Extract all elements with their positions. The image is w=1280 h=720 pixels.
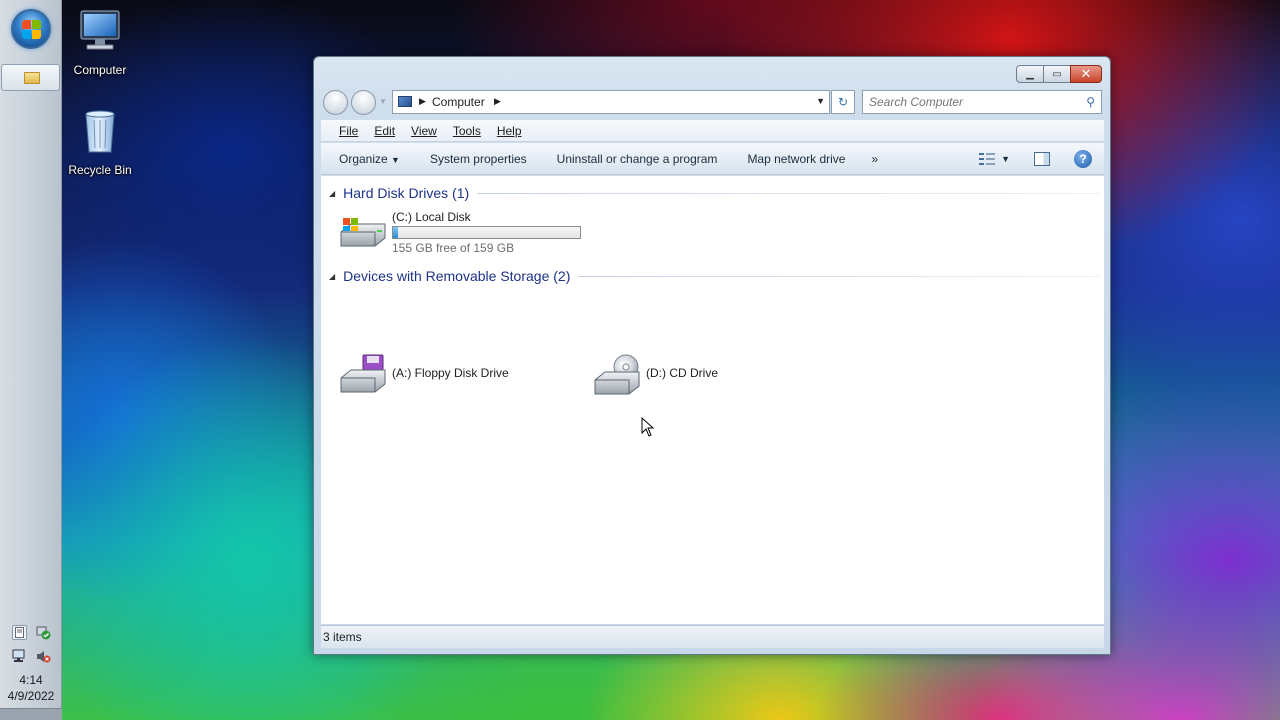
more-commands-button[interactable]: » bbox=[871, 152, 878, 166]
file-list: ◢ Hard Disk Drives (1) (C:) Local Disk 1… bbox=[321, 176, 1104, 624]
recycle-bin-icon bbox=[85, 110, 115, 153]
system-properties-button[interactable]: System properties bbox=[430, 152, 527, 166]
chevron-down-icon: ▼ bbox=[391, 154, 400, 165]
computer-icon bbox=[80, 10, 120, 50]
volume-muted-icon[interactable] bbox=[36, 649, 51, 664]
taskbar: 4:14 4/9/2022 bbox=[0, 0, 62, 720]
minimize-button[interactable]: ▁ bbox=[1016, 65, 1044, 83]
command-bar-right: ▼ ? bbox=[979, 150, 1092, 168]
group-header-hard-disks[interactable]: ◢ Hard Disk Drives (1) bbox=[329, 185, 1099, 201]
taskbar-explorer-button[interactable] bbox=[1, 64, 60, 91]
drive-name: (D:) CD Drive bbox=[646, 366, 718, 380]
search-icon[interactable]: ⚲ bbox=[1086, 95, 1095, 109]
views-icon bbox=[979, 152, 996, 166]
start-button[interactable] bbox=[11, 9, 51, 49]
security-check-icon[interactable] bbox=[36, 625, 51, 640]
preview-pane-icon[interactable] bbox=[1034, 152, 1050, 166]
command-bar: Organize ▼ System properties Uninstall o… bbox=[321, 143, 1104, 175]
menu-help[interactable]: Help bbox=[497, 124, 522, 138]
drive-a[interactable]: (A:) Floppy Disk Drive bbox=[339, 354, 569, 398]
floppy-drive-icon bbox=[340, 354, 386, 393]
drive-free-space: 155 GB free of 159 GB bbox=[392, 241, 515, 255]
search-input[interactable] bbox=[869, 92, 1079, 112]
menu-bar: File Edit View Tools Help bbox=[321, 120, 1104, 142]
computer-icon bbox=[398, 96, 412, 107]
menu-edit[interactable]: Edit bbox=[374, 124, 395, 138]
forward-button[interactable] bbox=[351, 90, 376, 115]
cd-drive-icon bbox=[594, 354, 640, 395]
desktop-icon-computer[interactable]: Computer bbox=[60, 8, 140, 77]
drive-name: (C:) Local Disk bbox=[392, 210, 471, 224]
refresh-button[interactable]: ↻ bbox=[831, 90, 855, 114]
mouse-cursor-icon bbox=[641, 417, 655, 437]
uninstall-program-button[interactable]: Uninstall or change a program bbox=[557, 152, 718, 166]
close-button[interactable]: ✕ bbox=[1070, 65, 1102, 83]
group-header-removable[interactable]: ◢ Devices with Removable Storage (2) bbox=[329, 268, 1099, 284]
recent-pages-dropdown[interactable]: ▼ bbox=[379, 97, 387, 106]
capacity-bar bbox=[392, 226, 581, 239]
map-network-drive-button[interactable]: Map network drive bbox=[747, 152, 845, 166]
desktop-icon-label: Recycle Bin bbox=[68, 163, 132, 177]
drive-c[interactable]: (C:) Local Disk 155 GB free of 159 GB bbox=[339, 210, 599, 256]
window-controls: ▁ ▭ ✕ bbox=[1016, 65, 1102, 83]
clock-time: 4:14 bbox=[19, 673, 43, 687]
collapse-icon[interactable]: ◢ bbox=[329, 189, 335, 198]
folder-icon bbox=[24, 72, 40, 84]
explorer-window: ▁ ▭ ✕ ▼ ▶ Computer ▶ ▼ ↻ ⚲ File Edit Vie… bbox=[313, 56, 1111, 655]
clock[interactable]: 4:14 4/9/2022 bbox=[0, 672, 62, 704]
chevron-right-icon[interactable]: ▶ bbox=[419, 96, 426, 107]
menu-view[interactable]: View bbox=[411, 124, 437, 138]
show-desktop-button[interactable] bbox=[0, 708, 62, 720]
chevron-down-icon: ▼ bbox=[1001, 154, 1010, 164]
back-button[interactable] bbox=[323, 90, 348, 115]
address-bar[interactable]: ▶ Computer ▶ ▼ bbox=[392, 90, 830, 114]
search-box[interactable]: ⚲ bbox=[862, 90, 1102, 114]
clock-date: 4/9/2022 bbox=[7, 689, 55, 703]
desktop-icon-label: Computer bbox=[73, 63, 127, 77]
drive-name: (A:) Floppy Disk Drive bbox=[392, 366, 509, 380]
capacity-bar-fill bbox=[393, 227, 398, 238]
maximize-button[interactable]: ▭ bbox=[1043, 65, 1071, 83]
windows-logo-icon bbox=[22, 20, 31, 29]
drive-d[interactable]: (D:) CD Drive bbox=[593, 354, 793, 398]
network-icon[interactable] bbox=[12, 649, 27, 664]
menu-tools[interactable]: Tools bbox=[453, 124, 481, 138]
collapse-icon[interactable]: ◢ bbox=[329, 272, 335, 281]
chevron-right-icon[interactable]: ▶ bbox=[494, 96, 501, 107]
item-count: 3 items bbox=[323, 630, 362, 644]
help-icon[interactable]: ? bbox=[1074, 150, 1092, 168]
organize-button[interactable]: Organize ▼ bbox=[339, 152, 400, 166]
action-center-icon[interactable] bbox=[12, 625, 27, 640]
breadcrumb-computer[interactable]: Computer bbox=[432, 95, 485, 109]
change-view-button[interactable]: ▼ bbox=[979, 152, 1010, 166]
status-bar: 3 items bbox=[321, 625, 1104, 648]
hard-drive-icon bbox=[340, 218, 386, 247]
menu-file[interactable]: File bbox=[339, 124, 358, 138]
address-dropdown-icon[interactable]: ▼ bbox=[816, 96, 825, 106]
desktop-icon-recycle-bin[interactable]: Recycle Bin bbox=[60, 108, 140, 177]
